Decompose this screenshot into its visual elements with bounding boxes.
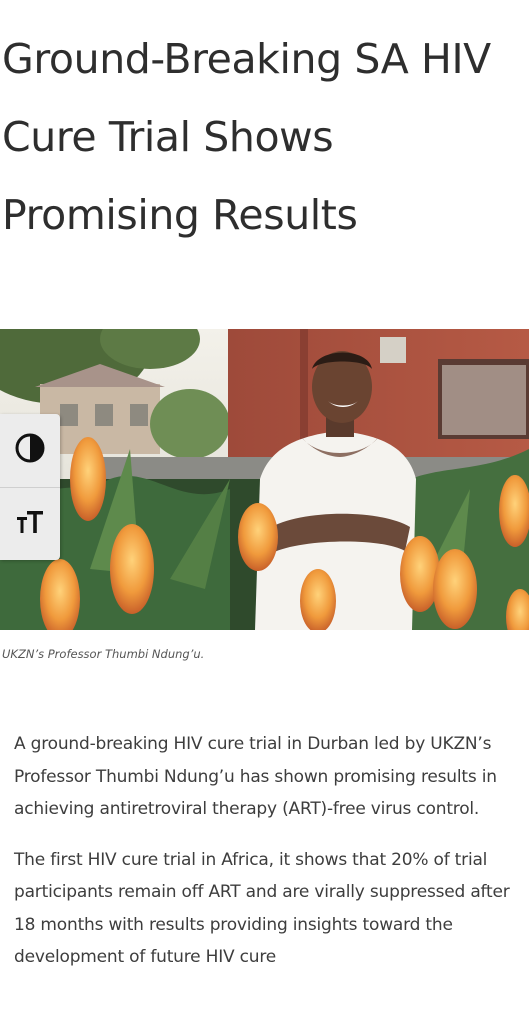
text-size-icon [13,505,47,543]
accessibility-toolbar [0,414,60,560]
article-paragraph: The first HIV cure trial in Africa, it s… [14,849,510,968]
contrast-icon [13,431,47,469]
article-title: Ground-Breaking SA HIV Cure Trial Shows … [2,35,491,239]
article-photo [0,329,529,630]
professor-photo-illustration [0,329,529,630]
text-size-button[interactable] [0,486,60,561]
article-paragraph: A ground-breaking HIV cure trial in Durb… [14,734,497,819]
contrast-toggle-button[interactable] [0,414,60,487]
article-body: A ground-breaking HIV cure trial in Durb… [14,728,514,992]
image-caption: UKZN’s Professor Thumbi Ndung’u. [2,647,205,661]
